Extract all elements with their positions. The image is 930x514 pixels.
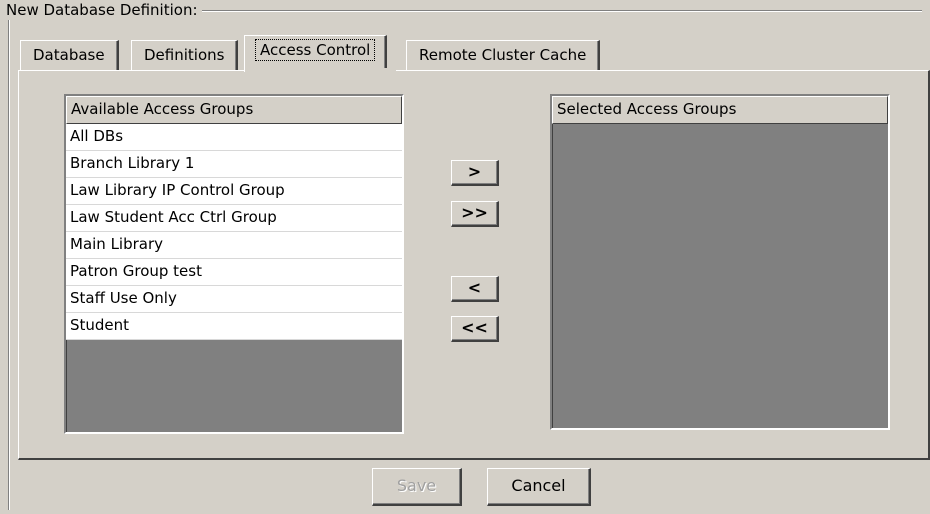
list-item[interactable]: Law Student Acc Ctrl Group [66,205,402,232]
active-tab-joint [248,68,396,72]
remove-one-button[interactable]: < [451,276,499,302]
remove-all-button[interactable]: << [451,316,499,342]
list-item[interactable]: Branch Library 1 [66,151,402,178]
tab-database[interactable]: Database [20,40,119,70]
list-item[interactable]: Main Library [66,232,402,259]
save-button-label: Save [396,476,437,495]
list-item[interactable]: All DBs [66,124,402,151]
tab-remote-cluster-cache[interactable]: Remote Cluster Cache [406,40,601,70]
tab-label: Remote Cluster Cache [419,46,587,64]
tab-definitions[interactable]: Definitions [131,40,239,70]
selected-groups-header[interactable]: Selected Access Groups [552,96,888,124]
available-groups-header[interactable]: Available Access Groups [66,96,402,124]
list-item[interactable]: Patron Group test [66,259,402,286]
cancel-button[interactable]: Cancel [487,468,591,506]
selected-groups-list[interactable]: Selected Access Groups [550,94,890,430]
add-all-button[interactable]: >> [451,201,499,227]
list-item[interactable]: Staff Use Only [66,286,402,313]
tab-label: Access Control [254,39,376,61]
add-one-button[interactable]: > [451,160,499,186]
tab-access-control[interactable]: Access Control [244,35,388,72]
list-item[interactable]: Law Library IP Control Group [66,178,402,205]
group-title: New Database Definition: [4,0,202,20]
available-groups-list[interactable]: Available Access Groups All DBs Branch L… [64,94,404,434]
list-item[interactable]: Student [66,313,402,340]
cancel-button-label: Cancel [511,476,566,495]
tab-label: Definitions [144,46,225,64]
tab-label: Database [33,46,105,64]
save-button[interactable]: Save [372,468,462,506]
